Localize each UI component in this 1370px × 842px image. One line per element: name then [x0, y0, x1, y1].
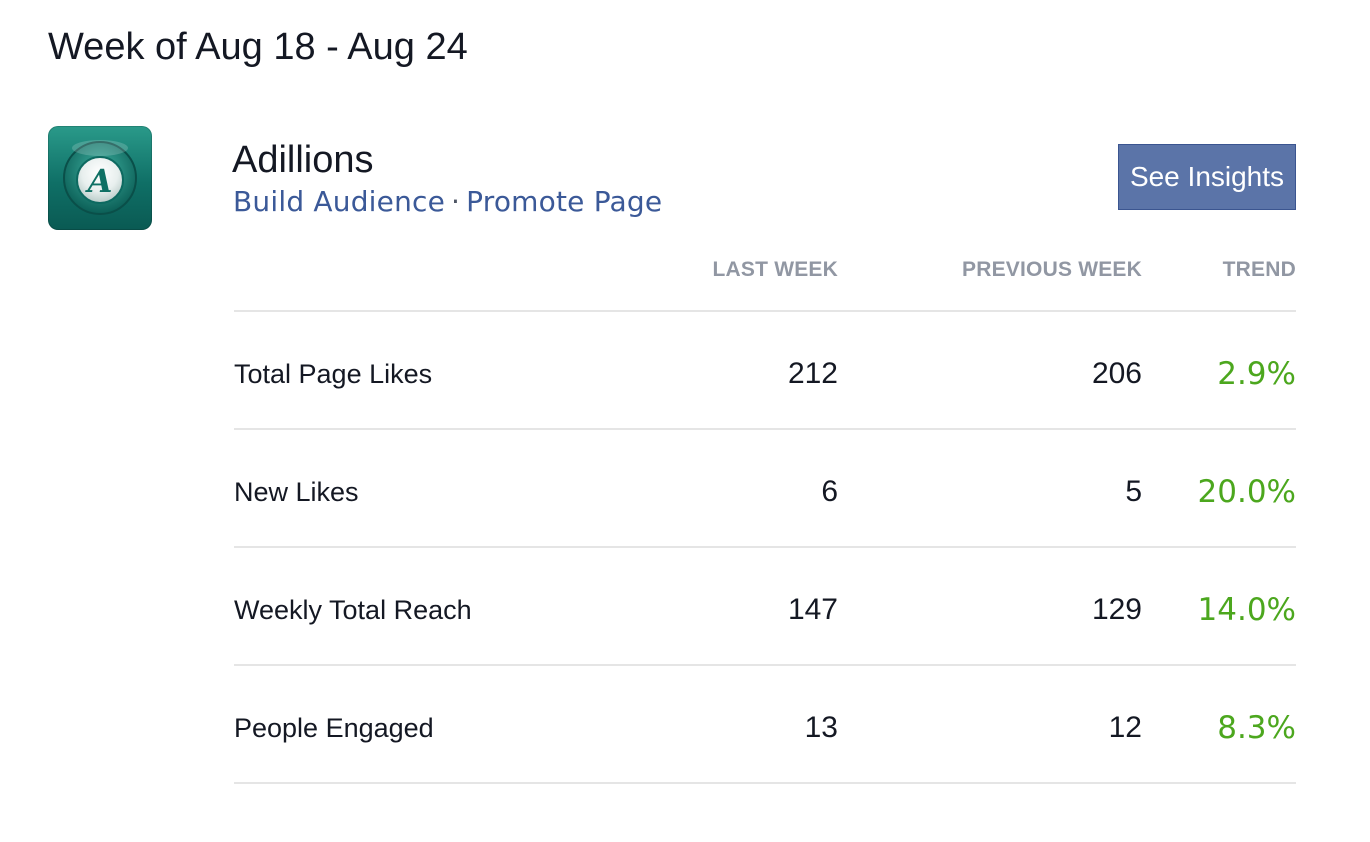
- last-week-value: 13: [804, 711, 838, 744]
- row-label: New Likes: [234, 477, 359, 507]
- build-audience-link[interactable]: Build Audience: [233, 185, 445, 218]
- last-week-value: 6: [821, 475, 838, 508]
- row-label: People Engaged: [234, 713, 434, 743]
- trend-value: 8.3%: [1217, 710, 1296, 746]
- stats-row-people-engaged: People Engaged 13 12 8.3%: [234, 666, 1296, 784]
- week-title: Week of Aug 18 - Aug 24: [48, 26, 468, 68]
- column-header-last-week: LAST WEEK: [712, 258, 838, 281]
- previous-week-value: 129: [1091, 593, 1142, 626]
- row-label: Weekly Total Reach: [234, 595, 472, 625]
- logo-letter: A: [85, 162, 113, 200]
- stats-row-new-likes: New Likes 6 5 20.0%: [234, 430, 1296, 548]
- trend-value: 2.9%: [1217, 356, 1296, 392]
- previous-week-value: 5: [1125, 475, 1142, 508]
- stats-header-row: LAST WEEK PREVIOUS WEEK TREND: [234, 250, 1296, 312]
- column-header-trend: TREND: [1222, 258, 1296, 281]
- link-separator: ·: [451, 185, 461, 218]
- logo-graphic: A: [63, 140, 137, 215]
- stats-table: LAST WEEK PREVIOUS WEEK TREND Total Page…: [234, 250, 1296, 784]
- see-insights-button[interactable]: See Insights: [1118, 144, 1296, 210]
- row-label: Total Page Likes: [234, 359, 433, 389]
- page-links: Build Audience · Promote Page: [233, 184, 662, 220]
- trend-value: 14.0%: [1197, 592, 1296, 628]
- page-name[interactable]: Adillions: [232, 138, 374, 182]
- last-week-value: 147: [787, 593, 838, 626]
- promote-page-link[interactable]: Promote Page: [466, 185, 662, 218]
- previous-week-value: 206: [1091, 357, 1142, 390]
- column-header-previous-week: PREVIOUS WEEK: [962, 258, 1142, 281]
- previous-week-value: 12: [1108, 711, 1142, 744]
- adillions-logo-icon[interactable]: A: [48, 126, 152, 230]
- trend-value: 20.0%: [1197, 474, 1296, 510]
- last-week-value: 212: [787, 357, 838, 390]
- stats-row-total-page-likes: Total Page Likes 212 206 2.9%: [234, 312, 1296, 430]
- stats-row-weekly-total-reach: Weekly Total Reach 147 129 14.0%: [234, 548, 1296, 666]
